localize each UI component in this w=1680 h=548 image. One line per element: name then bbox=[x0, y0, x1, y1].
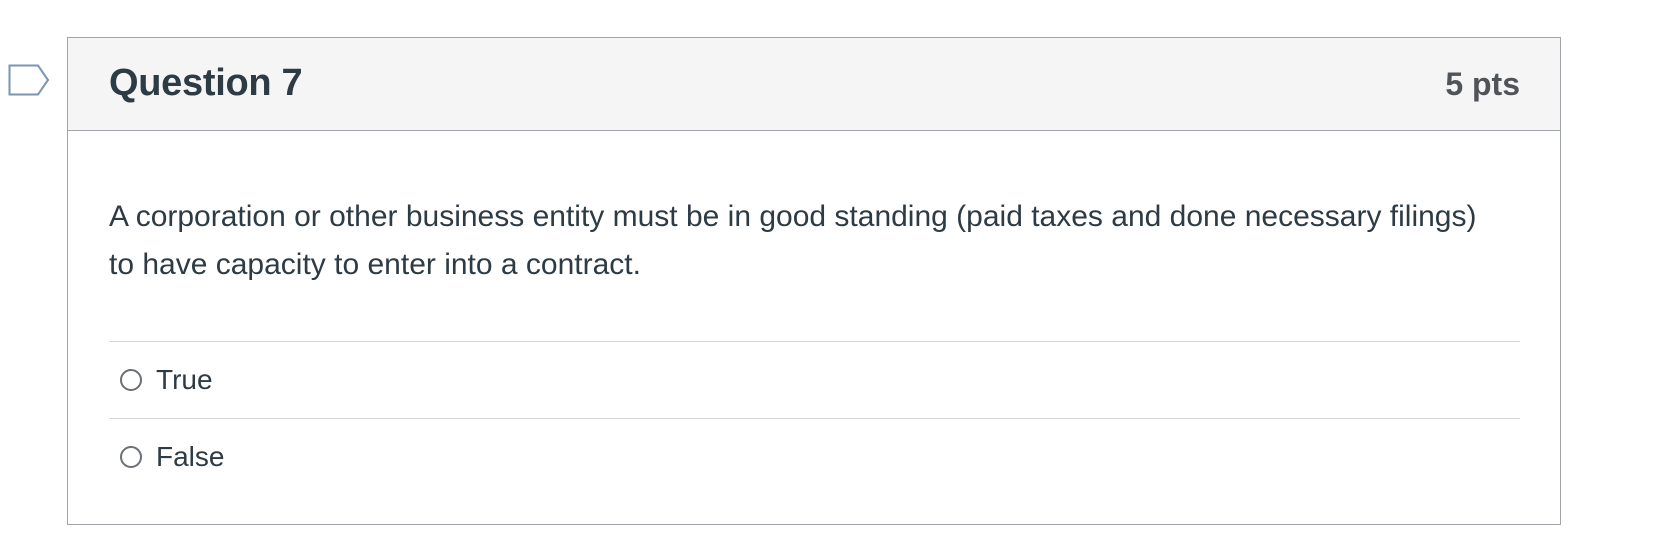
answer-list: True False bbox=[109, 341, 1520, 495]
flag-question-icon[interactable] bbox=[8, 64, 50, 96]
radio-button-false[interactable] bbox=[120, 446, 142, 468]
question-points: 5 pts bbox=[1445, 66, 1520, 102]
answer-label: False bbox=[156, 441, 225, 472]
answer-label: True bbox=[156, 364, 213, 395]
question-text: A corporation or other business entity m… bbox=[109, 200, 1477, 281]
answer-option-true[interactable]: True bbox=[109, 341, 1520, 418]
answer-option-false[interactable]: False bbox=[109, 418, 1520, 495]
question-card: Question 7 5 pts A corporation or other … bbox=[67, 37, 1561, 525]
question-title: Question 7 bbox=[109, 62, 303, 104]
question-header: Question 7 5 pts bbox=[68, 38, 1560, 131]
radio-button-true[interactable] bbox=[120, 369, 142, 391]
question-body: A corporation or other business entity m… bbox=[68, 131, 1560, 495]
